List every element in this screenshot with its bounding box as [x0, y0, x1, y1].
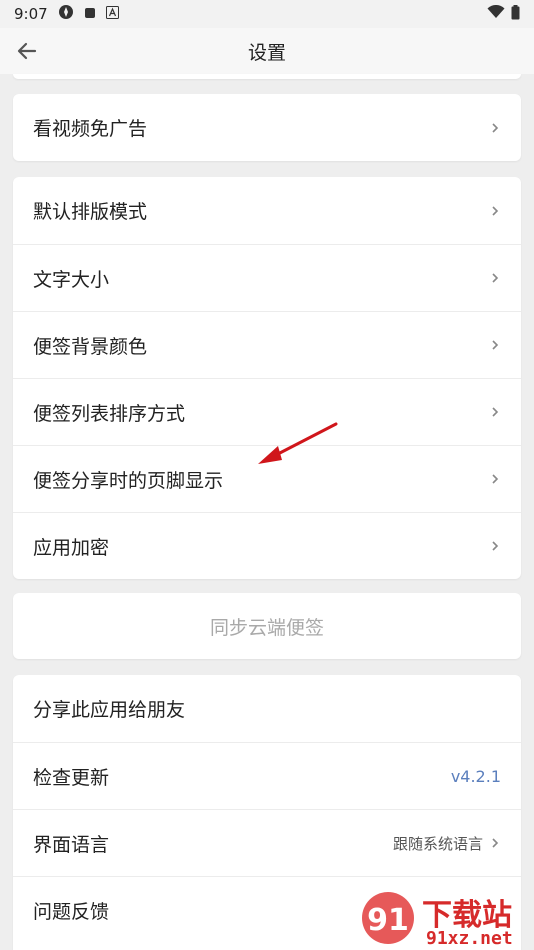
sync-cloud-notes-button[interactable]: 同步云端便签 — [13, 593, 521, 659]
chevron-right-icon — [492, 838, 499, 848]
ad-card: 看视频免广告 — [13, 94, 521, 161]
chevron-right-icon — [492, 273, 499, 283]
watch-video-remove-ads-item[interactable]: 看视频免广告 — [13, 94, 521, 161]
interface-language-item[interactable]: 界面语言 跟随系统语言 — [13, 809, 521, 876]
row-label: 便签列表排序方式 — [33, 402, 186, 425]
annotation-arrow-icon — [258, 422, 338, 464]
wifi-icon — [487, 4, 505, 23]
svg-text:91: 91 — [367, 903, 409, 938]
version-label: v4.2.1 — [450, 766, 501, 786]
row-label: 文字大小 — [33, 268, 110, 291]
row-label: 检查更新 — [33, 766, 110, 789]
font-size-item[interactable]: 文字大小 — [13, 244, 521, 311]
status-bar: 9:07 — [0, 0, 534, 28]
chevron-right-icon — [492, 340, 499, 350]
chevron-right-icon — [492, 474, 499, 484]
row-label: 问题反馈 — [33, 900, 110, 923]
app-encryption-item[interactable]: 应用加密 — [13, 512, 521, 579]
chevron-right-icon — [492, 122, 499, 133]
page-title: 设置 — [247, 41, 286, 64]
sync-card: 同步云端便签 — [13, 593, 521, 659]
chevron-right-icon — [492, 407, 499, 417]
a-status-icon — [105, 5, 119, 23]
app-bar: 设置 — [0, 28, 534, 74]
row-label: 默认排版模式 — [33, 201, 148, 223]
share-app-item[interactable]: 分享此应用给朋友 — [13, 675, 521, 742]
settings-card: 默认排版模式 文字大小 便签背景颜色 便签列表排序方式 便签分享时的页脚显示 应… — [13, 177, 521, 579]
row-label: 看视频免广告 — [33, 118, 148, 140]
row-label: 便签分享时的页脚显示 — [33, 469, 224, 492]
row-label: 便签背景颜色 — [33, 335, 148, 358]
scrolled-card-edge — [13, 74, 521, 79]
row-label: 应用加密 — [33, 536, 110, 559]
status-time: 9:07 — [14, 5, 48, 23]
square-status-icon — [84, 5, 96, 23]
check-update-item[interactable]: 检查更新 v4.2.1 — [13, 742, 521, 809]
watermark-logo: 91 下载站 91xz.net — [356, 888, 534, 950]
chevron-right-icon — [492, 541, 499, 551]
row-label: 分享此应用给朋友 — [33, 699, 186, 721]
language-value: 跟随系统语言 — [392, 834, 483, 853]
note-background-color-item[interactable]: 便签背景颜色 — [13, 311, 521, 378]
row-label: 界面语言 — [33, 833, 110, 856]
app-status-icon — [58, 4, 74, 24]
chevron-right-icon — [492, 205, 499, 216]
watermark-domain: 91xz.net — [426, 928, 513, 949]
default-layout-mode-item[interactable]: 默认排版模式 — [13, 177, 521, 244]
battery-icon — [511, 4, 520, 24]
